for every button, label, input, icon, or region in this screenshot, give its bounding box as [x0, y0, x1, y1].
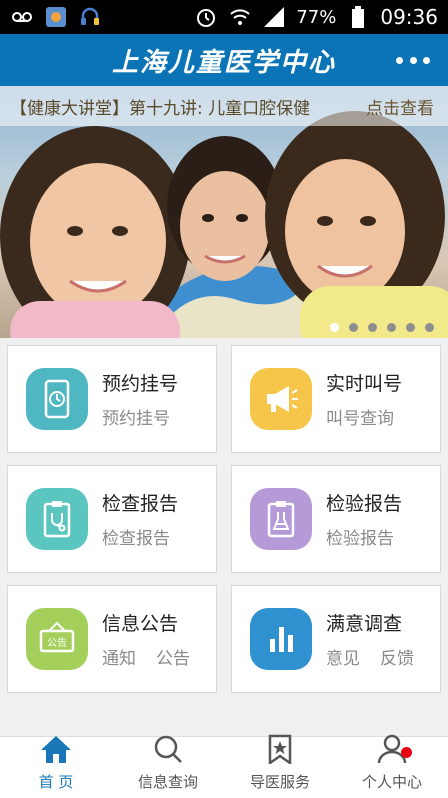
card-subtitle: 检查报告 — [102, 529, 170, 549]
carousel-dot[interactable] — [330, 323, 339, 332]
bookmark-star-icon — [263, 734, 297, 768]
card-title: 信息公告 — [102, 613, 179, 635]
card-title: 检查报告 — [102, 493, 179, 515]
tab-label: 个人中心 — [361, 773, 422, 791]
carousel-dot[interactable] — [387, 323, 396, 332]
card-subtitle: 预约挂号 — [102, 409, 170, 429]
card-subtitle: 叫号查询 — [326, 409, 394, 429]
tab-label: 信息查询 — [137, 773, 198, 791]
exam-report-card[interactable]: 检查报告 检查报告 — [7, 465, 217, 573]
voicemail-icon — [10, 5, 34, 29]
view-link[interactable]: 点击查看 — [366, 94, 434, 119]
notification-badge — [400, 747, 412, 758]
card-title: 检验报告 — [326, 493, 403, 515]
tab-label: 导医服务 — [249, 773, 310, 791]
tab-label: 首 页 — [38, 773, 74, 791]
card-title: 满意调查 — [326, 613, 403, 635]
home-icon — [39, 734, 73, 768]
tab-home[interactable]: 首 页 — [0, 734, 112, 798]
battery-icon — [346, 5, 370, 29]
carousel-indicators — [330, 323, 434, 332]
notice-text: 【健康大讲堂】第十九讲: 儿童口腔保健 — [10, 98, 311, 119]
app-title: 上海儿童医学中心 — [111, 47, 336, 78]
card-title: 预约挂号 — [102, 373, 179, 395]
appointment-card[interactable]: 预约挂号 预约挂号 — [7, 345, 217, 453]
survey-card[interactable]: 满意调查 意见 反馈 — [231, 585, 441, 693]
bar-chart-icon — [250, 608, 312, 670]
card-title: 实时叫号 — [326, 373, 403, 395]
banner-carousel[interactable]: 【健康大讲堂】第十九讲: 儿童口腔保健 点击查看 — [0, 86, 448, 338]
announcement-card[interactable]: 公告 信息公告 通知 公告 — [7, 585, 217, 693]
app-header: 上海儿童医学中心 — [0, 34, 448, 86]
signal-icon — [262, 5, 286, 29]
tab-guide-service[interactable]: 导医服务 — [224, 734, 336, 798]
app-notification-icon — [44, 5, 68, 29]
stethoscope-clipboard-icon — [26, 488, 88, 550]
flask-clipboard-icon — [250, 488, 312, 550]
alarm-icon — [194, 5, 218, 29]
headset-icon — [78, 5, 102, 29]
card-subtitle: 反馈 — [380, 649, 414, 669]
more-dots-icon[interactable] — [396, 46, 430, 74]
search-icon — [151, 734, 185, 768]
carousel-dot[interactable] — [406, 323, 415, 332]
card-subtitle: 通知 — [102, 649, 136, 669]
carousel-dot[interactable] — [425, 323, 434, 332]
queue-call-card[interactable]: 实时叫号 叫号查询 — [231, 345, 441, 453]
card-subtitle: 公告 — [156, 649, 190, 669]
health-lecture-notice[interactable]: 【健康大讲堂】第十九讲: 儿童口腔保健 点击查看 — [0, 86, 448, 126]
carousel-dot[interactable] — [349, 323, 358, 332]
notice-board-icon: 公告 — [26, 608, 88, 670]
service-grid: 预约挂号 预约挂号 实时叫号 叫号查询 检查报告 检查报告 检验报告 检验报告 — [0, 338, 448, 736]
carousel-dot[interactable] — [368, 323, 377, 332]
status-bar: 77% 09:36 — [0, 0, 448, 34]
tab-personal-center[interactable]: 个人中心 — [336, 734, 448, 798]
card-subtitle: 检验报告 — [326, 529, 394, 549]
lab-report-card[interactable]: 检验报告 检验报告 — [231, 465, 441, 573]
bottom-tab-bar: 首 页 信息查询 导医服务 个人中心 — [0, 734, 448, 798]
phone-clock-icon — [26, 368, 88, 430]
battery-percent: 77% — [296, 6, 337, 28]
svg-text:公告: 公告 — [47, 636, 67, 649]
wifi-icon — [228, 5, 252, 29]
megaphone-icon — [250, 368, 312, 430]
clock: 09:36 — [380, 5, 438, 29]
tab-info-query[interactable]: 信息查询 — [112, 734, 224, 798]
card-subtitle: 意见 — [326, 649, 360, 669]
